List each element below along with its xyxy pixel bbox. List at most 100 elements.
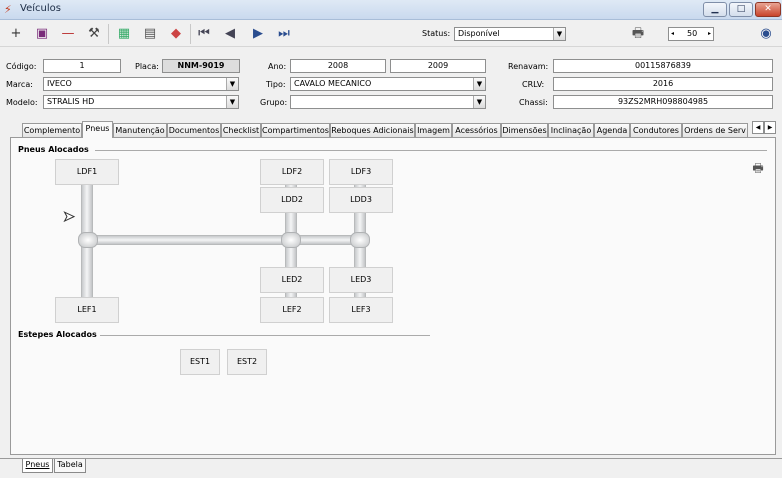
bottom-tab-bar	[0, 458, 782, 459]
modelo-label: Modelo:	[6, 98, 38, 107]
tire-ldd3[interactable]: LDD3	[329, 187, 393, 213]
tab-manutencao[interactable]: Manutenção	[113, 123, 167, 137]
tire-led3[interactable]: LED3	[329, 267, 393, 293]
first-record-icon[interactable]: ⏮	[194, 24, 214, 44]
page-size-spinner[interactable]: ◂ 50 ▸	[668, 27, 714, 41]
tab-inclinacao[interactable]: Inclinação	[548, 123, 594, 137]
add-icon[interactable]: +	[6, 24, 26, 44]
status-value: Disponível	[458, 29, 500, 38]
bottom-tab-pneus[interactable]: Pneus	[22, 459, 53, 473]
save-icon[interactable]: ▣	[32, 24, 52, 44]
section-divider	[95, 150, 767, 151]
crlv-field[interactable]: 2016	[553, 77, 773, 91]
tire-ldf1[interactable]: LDF1	[55, 159, 119, 185]
tab-scroll-left-icon[interactable]: ◀	[752, 121, 764, 134]
globe-icon[interactable]: ◉	[756, 24, 776, 44]
chevron-down-icon: ▼	[226, 96, 238, 108]
page-size-value: 50	[687, 29, 698, 38]
marca-select[interactable]: IVECO ▼	[43, 77, 239, 91]
status-select[interactable]: Disponível ▼	[454, 27, 566, 41]
spinner-right-icon[interactable]: ▸	[708, 28, 711, 40]
placa-label: Placa:	[135, 62, 159, 71]
spinner-left-icon[interactable]: ◂	[671, 28, 674, 40]
chevron-down-icon: ▼	[473, 96, 485, 108]
modelo-value: STRALIS HD	[47, 97, 95, 106]
minimize-button[interactable]: ▁	[703, 2, 727, 17]
calculator-icon[interactable]: ▦	[114, 24, 134, 44]
tab-dimensoes[interactable]: Dimensões	[501, 123, 548, 137]
toolbar: + ▣ — ⚒ ▦ ▤ ◆ ⏮ ◀ ▶ ⏭ Status: Disponível…	[0, 21, 782, 47]
tire-est1[interactable]: EST1	[180, 349, 220, 375]
tab-agenda[interactable]: Agenda	[594, 123, 630, 137]
tab-checklist[interactable]: Checklist	[221, 123, 261, 137]
marca-label: Marca:	[6, 80, 33, 89]
marca-value: IVECO	[47, 79, 72, 88]
chevron-down-icon: ▼	[226, 78, 238, 90]
mouse-cursor-icon: ➤	[63, 209, 76, 226]
rear-axle-1-joint	[281, 232, 301, 248]
toolbar-separator	[190, 24, 191, 44]
ano-label: Ano:	[268, 62, 287, 71]
tab-pneus[interactable]: Pneus	[82, 121, 113, 138]
tire-ldf2[interactable]: LDF2	[260, 159, 324, 185]
ano-fabricacao-field[interactable]: 2008	[290, 59, 386, 73]
tire-est2[interactable]: EST2	[227, 349, 267, 375]
toolbar-separator	[108, 24, 109, 44]
section-divider	[100, 335, 430, 336]
tire-lef1[interactable]: LEF1	[55, 297, 119, 323]
ano-modelo-field[interactable]: 2009	[390, 59, 486, 73]
tab-reboques-adicionais[interactable]: Reboques Adicionais	[330, 123, 415, 137]
app-icon: ⚡	[4, 3, 12, 16]
placa-field: NNM-9019	[162, 59, 240, 73]
tipo-label: Tipo:	[266, 80, 286, 89]
tipo-value: CAVALO MECANICO	[294, 79, 372, 88]
tab-imagem[interactable]: Imagem	[415, 123, 452, 137]
tab-condutores[interactable]: Condutores	[630, 123, 682, 137]
eraser-icon[interactable]: ◆	[166, 24, 186, 44]
tire-lef2[interactable]: LEF2	[260, 297, 324, 323]
crlv-label: CRLV:	[522, 80, 545, 89]
tab-documentos[interactable]: Documentos	[167, 123, 221, 137]
previous-record-icon[interactable]: ◀	[220, 24, 240, 44]
estepes-alocados-title: Estepes Alocados	[18, 330, 97, 339]
printer-icon[interactable]: 🖶	[628, 24, 648, 44]
chevron-down-icon: ▼	[553, 28, 565, 40]
rear-axle-2-joint	[350, 232, 370, 248]
last-record-icon[interactable]: ⏭	[274, 24, 294, 44]
tab-acessorios[interactable]: Acessórios	[452, 123, 501, 137]
bottom-tab-tabela[interactable]: Tabela	[54, 459, 86, 473]
grupo-select[interactable]: ▼	[290, 95, 486, 109]
maximize-button[interactable]: □	[729, 2, 753, 17]
pneus-alocados-title: Pneus Alocados	[18, 145, 89, 154]
drive-shaft	[89, 235, 359, 245]
delete-icon[interactable]: —	[58, 24, 78, 44]
printer-icon[interactable]: 🖶	[748, 158, 768, 178]
renavam-label: Renavam:	[508, 62, 549, 71]
tab-compartimentos[interactable]: Compartimentos	[261, 123, 330, 137]
tipo-select[interactable]: CAVALO MECANICO ▼	[290, 77, 486, 91]
chevron-down-icon: ▼	[473, 78, 485, 90]
codigo-label: Código:	[6, 62, 37, 71]
chassi-field[interactable]: 93ZS2MRH098804985	[553, 95, 773, 109]
tab-scroll-right-icon[interactable]: ▶	[764, 121, 776, 134]
codigo-field[interactable]: 1	[43, 59, 121, 73]
grid-icon[interactable]: ▤	[140, 24, 160, 44]
chassi-label: Chassi:	[519, 98, 548, 107]
close-button[interactable]: ✕	[755, 2, 781, 17]
pneus-panel	[10, 137, 776, 455]
hammer-icon[interactable]: ⚒	[84, 24, 104, 44]
next-record-icon[interactable]: ▶	[248, 24, 268, 44]
window-title: Veículos	[20, 3, 61, 14]
status-label: Status:	[422, 29, 451, 38]
tire-lef3[interactable]: LEF3	[329, 297, 393, 323]
tab-complemento[interactable]: Complemento	[22, 123, 82, 137]
front-axle-joint	[78, 232, 98, 248]
tire-ldd2[interactable]: LDD2	[260, 187, 324, 213]
tire-ldf3[interactable]: LDF3	[329, 159, 393, 185]
modelo-select[interactable]: STRALIS HD ▼	[43, 95, 239, 109]
grupo-label: Grupo:	[260, 98, 288, 107]
tire-led2[interactable]: LED2	[260, 267, 324, 293]
tab-ordens-de-servico[interactable]: Ordens de Serv	[682, 123, 748, 137]
renavam-field[interactable]: 00115876839	[553, 59, 773, 73]
title-bar: ⚡ Veículos ▁ □ ✕	[0, 0, 782, 20]
